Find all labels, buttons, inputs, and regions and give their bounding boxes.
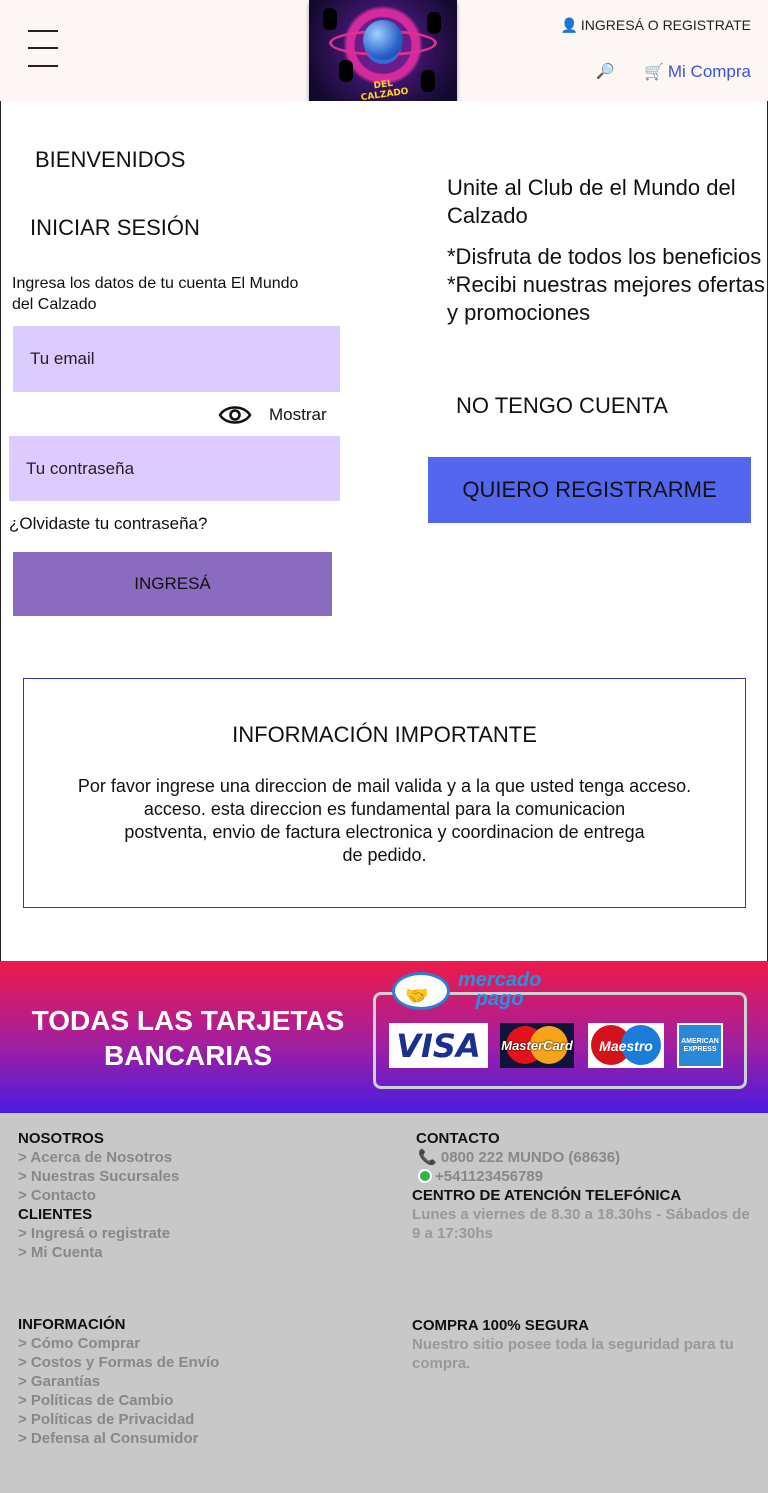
welcome-heading: BIENVENIDOS	[35, 147, 186, 172]
runner-silhouette	[339, 60, 353, 82]
footer-link[interactable]: > Defensa al Consumidor	[18, 1429, 378, 1448]
footer-link[interactable]: > Políticas de Privacidad	[18, 1410, 378, 1429]
user-icon: 👤	[560, 17, 578, 33]
benefits-list: *Disfruta de todos los beneficios *Recib…	[447, 243, 767, 327]
important-info-box: INFORMACIÓN IMPORTANTE Por favor ingrese…	[23, 678, 746, 908]
menu-icon[interactable]	[28, 30, 58, 68]
no-account-heading: NO TENGO CUENTA	[456, 393, 668, 418]
footer-heading: CLIENTES	[18, 1206, 93, 1223]
footer-link[interactable]: > Acerca de Nosotros	[18, 1148, 378, 1167]
footer-nosotros: NOSOTROS > Acerca de Nosotros > Nuestras…	[18, 1129, 378, 1262]
login-register-label: INGRESÁ O REGISTRATE	[580, 17, 751, 33]
maestro-logo: Maestro	[588, 1023, 664, 1068]
logo-text: DEL CALZADO	[360, 78, 410, 101]
eye-icon	[218, 406, 252, 424]
footer-link[interactable]: > Contacto	[18, 1186, 378, 1205]
footer-heading: CONTACTO	[416, 1130, 500, 1147]
banner-title: TODAS LAS TARJETAS BANCARIAS	[31, 1005, 345, 1071]
register-button[interactable]: QUIERO REGISTRARME	[428, 457, 751, 523]
login-instructions: Ingresa los datos de tu cuenta El Mundo …	[12, 275, 299, 313]
info-line: acceso. esta direccion es fundamental pa…	[143, 799, 626, 819]
password-field[interactable]	[9, 436, 340, 501]
show-password-label: Mostrar	[269, 405, 327, 424]
mercado-pago-logo: 🤝 mercado pago	[392, 969, 552, 1019]
footer-link[interactable]: > Políticas de Cambio	[18, 1391, 378, 1410]
footer-link[interactable]: > Cómo Comprar	[18, 1334, 378, 1353]
phone-icon: 📞	[418, 1149, 437, 1166]
search-icon[interactable]: 🔍	[596, 62, 615, 80]
footer-whatsapp[interactable]: +541123456789	[412, 1167, 762, 1186]
maestro-label: Maestro	[599, 1037, 653, 1054]
runner-silhouette	[421, 70, 435, 92]
info-line: de pedido.	[342, 845, 427, 865]
footer-contacto: CONTACTO 📞 0800 222 MUNDO (68636) +54112…	[412, 1129, 762, 1243]
amex-logo: AMERICAN EXPRESS	[677, 1023, 723, 1068]
login-register-link[interactable]: 👤 INGRESÁ O REGISTRATE	[560, 17, 751, 34]
login-heading: INICIAR SESIÓN	[30, 215, 200, 240]
globe-icon	[363, 20, 403, 60]
footer-link[interactable]: > Ingresá o registrate	[18, 1224, 378, 1243]
phone-number: 0800 222 MUNDO (68636)	[440, 1149, 621, 1166]
info-line: postventa, envio de factura electronica …	[124, 822, 645, 842]
mercado-pago-line: pago	[475, 988, 524, 1010]
handshake-icon: 🤝	[405, 986, 429, 1007]
footer-security-text: Nuestro sitio posee toda la seguridad pa…	[412, 1336, 734, 1372]
benefit-item: *Recibi nuestras mejores ofertas y promo…	[447, 272, 765, 325]
visa-card-logo: VISA	[389, 1023, 488, 1068]
cart-label: Mi Compra	[667, 62, 751, 81]
footer-heading: COMPRA 100% SEGURA	[412, 1317, 589, 1334]
site-footer: NOSOTROS > Acerca de Nosotros > Nuestras…	[0, 1113, 768, 1493]
site-logo[interactable]: DEL CALZADO	[309, 0, 457, 101]
cart-icon: 🛒	[643, 64, 664, 81]
mastercard-label: MasterCard	[501, 1038, 573, 1053]
footer-heading: INFORMACIÓN	[18, 1316, 126, 1333]
info-line: Por favor ingrese una direccion de mail …	[77, 776, 692, 796]
main-content: BIENVENIDOS INICIAR SESIÓN Ingresa los d…	[0, 101, 768, 961]
email-field[interactable]	[13, 326, 340, 392]
login-button[interactable]: INGRESÁ	[13, 552, 332, 616]
mastercard-logo: MasterCard	[500, 1023, 574, 1068]
footer-link[interactable]: > Mi Cuenta	[18, 1243, 378, 1262]
site-header: DEL CALZADO 👤 INGRESÁ O REGISTRATE 🔍 🛒 Mi …	[0, 0, 768, 101]
handshake-badge: 🤝	[392, 972, 450, 1010]
club-heading: Unite al Club de el Mundo del Calzado	[447, 175, 736, 228]
footer-hours: Lunes a viernes de 8.30 a 18.30hs - Sába…	[412, 1206, 750, 1242]
forgot-password-link[interactable]: ¿Olvidaste tu contraseña?	[9, 514, 207, 534]
footer-link[interactable]: > Nuestras Sucursales	[18, 1167, 378, 1186]
footer-seguridad: COMPRA 100% SEGURA Nuestro sitio posee t…	[412, 1316, 762, 1373]
mercado-pago-text: mercado pago	[458, 970, 541, 1010]
whatsapp-number: +541123456789	[435, 1168, 544, 1185]
runner-silhouette	[323, 8, 337, 30]
footer-heading: NOSOTROS	[18, 1130, 104, 1147]
benefit-item: *Disfruta de todos los beneficios	[447, 244, 762, 269]
footer-informacion: INFORMACIÓN > Cómo Comprar > Costos y Fo…	[18, 1315, 378, 1448]
footer-phone[interactable]: 📞 0800 222 MUNDO (68636)	[412, 1148, 762, 1167]
show-password-toggle[interactable]: Mostrar	[218, 401, 327, 429]
info-title: INFORMACIÓN IMPORTANTE	[232, 722, 537, 747]
footer-link[interactable]: > Costos y Formas de Envío	[18, 1353, 378, 1372]
cart-link[interactable]: 🛒 Mi Compra	[644, 62, 751, 82]
runner-silhouette	[427, 12, 441, 34]
info-text: Por favor ingrese una direccion de mail …	[34, 775, 735, 867]
footer-heading: CENTRO DE ATENCIÓN TELEFÓNICA	[412, 1187, 682, 1204]
whatsapp-icon	[418, 1169, 432, 1183]
footer-link[interactable]: > Garantías	[18, 1372, 378, 1391]
